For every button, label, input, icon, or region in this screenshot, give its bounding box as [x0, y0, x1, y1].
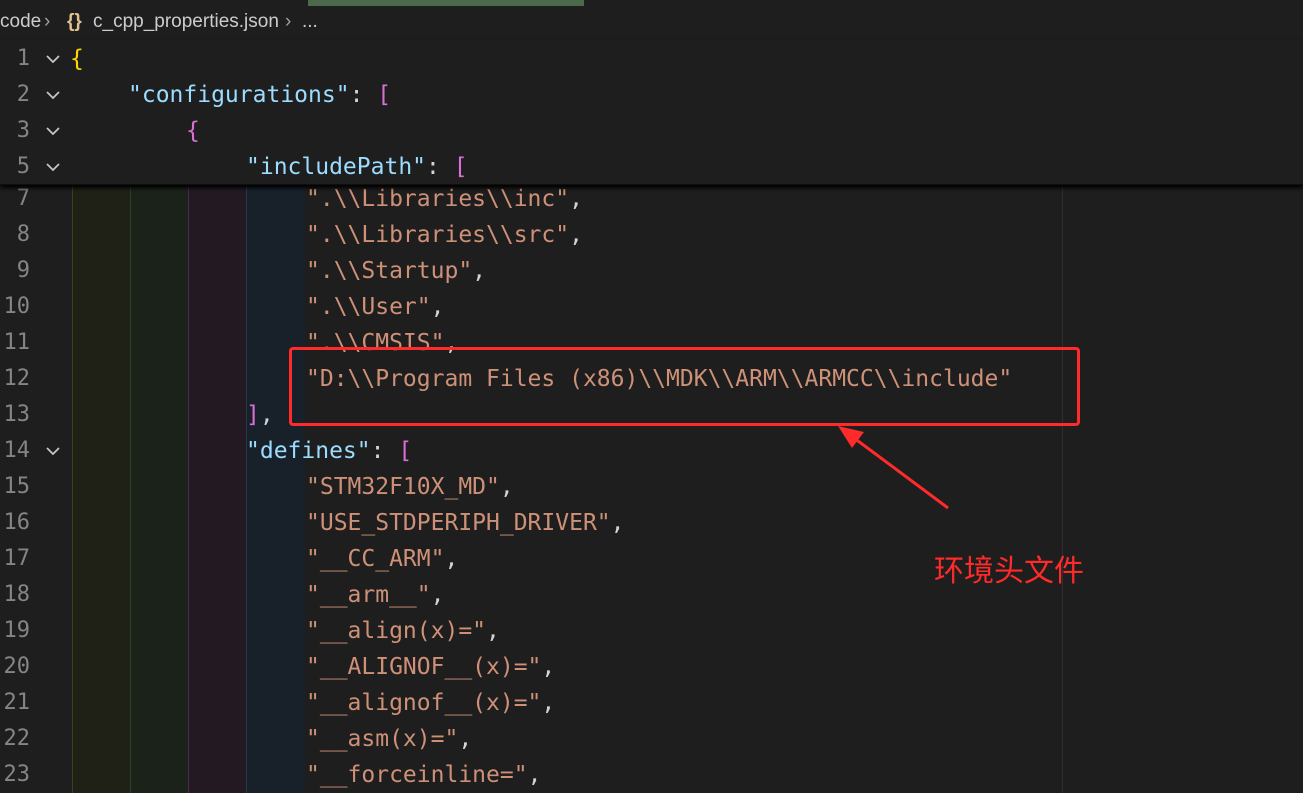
line-number: 22: [3, 726, 31, 751]
code-line[interactable]: 10 ".\\User",: [0, 289, 1303, 325]
sticky-line[interactable]: 1 {: [0, 41, 1303, 77]
line-number: 5: [16, 154, 30, 179]
chevron-down-icon[interactable]: [44, 50, 62, 68]
line-number: 21: [3, 690, 31, 715]
sticky-scroll-header[interactable]: 1 { 2 "configurations": [ 3 { 5 "include…: [0, 40, 1303, 185]
sticky-line[interactable]: 2 "configurations": [: [0, 77, 1303, 113]
code-line[interactable]: 23 "__forceinline=",: [0, 757, 1303, 793]
code-line[interactable]: 20 "__ALIGNOF__(x)=",: [0, 649, 1303, 685]
code-text: "STM32F10X_MD",: [306, 474, 514, 500]
code-text: ".\\Startup",: [306, 258, 487, 284]
code-text: "__asm(x)=",: [306, 726, 473, 752]
code-line[interactable]: 15 "STM32F10X_MD",: [0, 469, 1303, 505]
code-line[interactable]: 8 ".\\Libraries\\src",: [0, 217, 1303, 253]
line-number: 19: [3, 618, 31, 643]
code-text: {: [186, 118, 200, 144]
line-number: 18: [3, 582, 31, 607]
code-line[interactable]: 21 "__alignof__(x)=",: [0, 685, 1303, 721]
line-number: 3: [16, 118, 30, 143]
code-text: "configurations": [: [128, 82, 392, 108]
code-text: "__ALIGNOF__(x)=",: [306, 654, 556, 680]
code-line[interactable]: 19 "__align(x)=",: [0, 613, 1303, 649]
code-line[interactable]: 17 "__CC_ARM",: [0, 541, 1303, 577]
code-line[interactable]: 22 "__asm(x)=",: [0, 721, 1303, 757]
code-text: "includePath": [: [246, 154, 468, 180]
line-number: 2: [16, 82, 30, 107]
code-text: "__arm__",: [306, 582, 445, 608]
line-number: 9: [16, 258, 30, 283]
line-number: 11: [3, 330, 31, 355]
line-number: 13: [3, 402, 31, 427]
line-number: 17: [3, 546, 31, 571]
code-text: ".\\User",: [306, 294, 445, 320]
code-text: "__align(x)=",: [306, 618, 500, 644]
code-text: {: [70, 46, 84, 72]
line-number: 10: [3, 294, 31, 319]
sticky-line[interactable]: 5 "includePath": [: [0, 149, 1303, 185]
code-line[interactable]: 18 "__arm__",: [0, 577, 1303, 613]
chevron-down-icon[interactable]: [44, 442, 62, 460]
line-number: 23: [3, 762, 31, 787]
chevron-down-icon[interactable]: [44, 158, 62, 176]
line-number: 15: [3, 474, 31, 499]
code-text: "__forceinline=",: [306, 762, 542, 788]
chevron-down-icon[interactable]: [44, 86, 62, 104]
chevron-down-icon[interactable]: [44, 122, 62, 140]
line-number: 20: [3, 654, 31, 679]
line-number: 7: [16, 186, 30, 211]
code-text: "__CC_ARM",: [306, 546, 459, 572]
line-number: 16: [3, 510, 31, 535]
arrow-icon: [838, 426, 949, 510]
code-line[interactable]: 16 "USE_STDPERIPH_DRIVER",: [0, 505, 1303, 541]
code-text: "defines": [: [246, 438, 413, 464]
line-number: 12: [3, 366, 31, 391]
annotation-label: 环境头文件: [934, 554, 1084, 589]
code-line[interactable]: 7 ".\\Libraries\\inc",: [0, 181, 1303, 217]
code-line[interactable]: 9 ".\\Startup",: [0, 253, 1303, 289]
code-line[interactable]: 14 "defines": [: [0, 433, 1303, 469]
code-text: ".\\Libraries\\src",: [306, 222, 583, 248]
line-number: 14: [3, 438, 31, 463]
code-text: "__alignof__(x)=",: [306, 690, 556, 716]
line-number: 8: [16, 222, 30, 247]
highlight-box: [289, 347, 1080, 426]
code-text: ".\\Libraries\\inc",: [306, 186, 583, 212]
code-text: "USE_STDPERIPH_DRIVER",: [306, 510, 625, 536]
sticky-line[interactable]: 3 {: [0, 113, 1303, 149]
line-number: 1: [16, 46, 30, 71]
code-text: ],: [246, 402, 274, 428]
